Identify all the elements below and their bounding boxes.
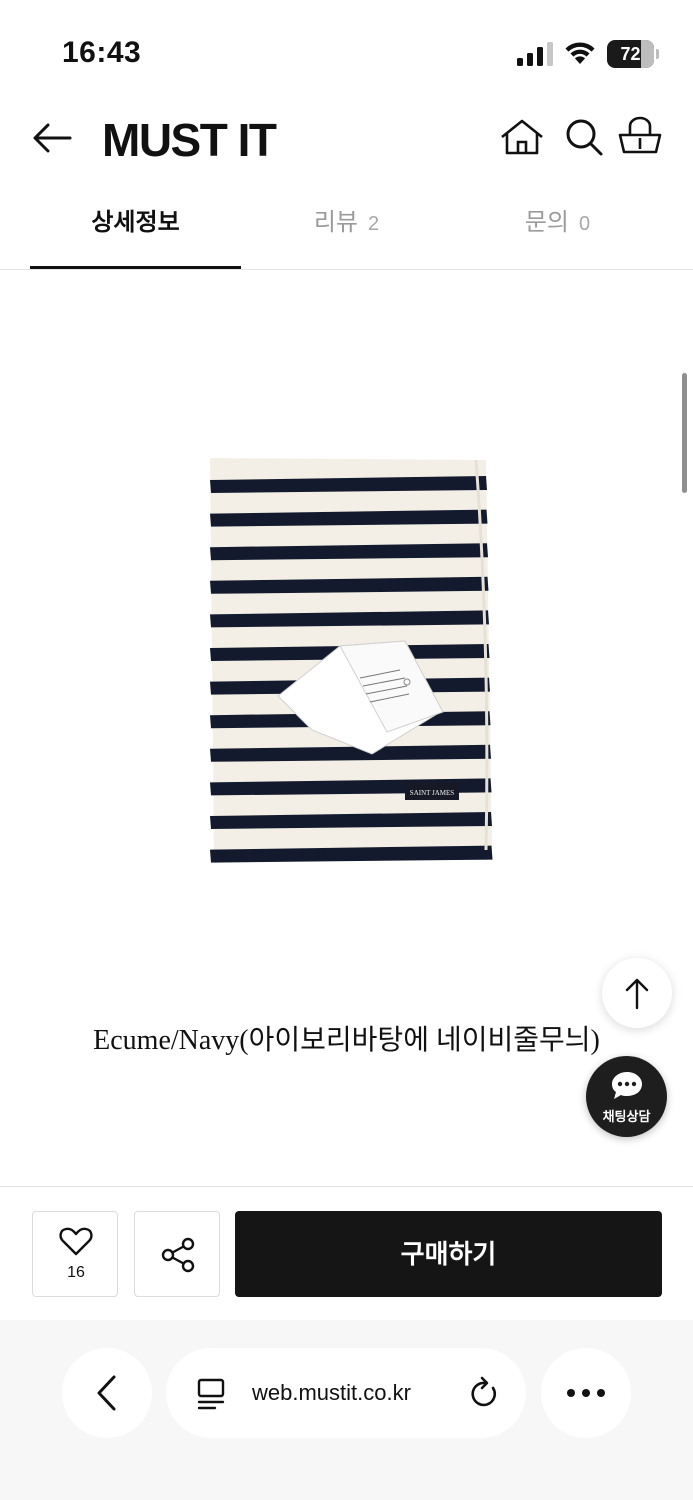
address-bar[interactable]: web.mustit.co.kr — [166, 1348, 526, 1438]
reader-mode-icon[interactable] — [196, 1378, 226, 1410]
svg-text:SAINT JAMES: SAINT JAMES — [410, 789, 455, 797]
back-arrow-icon[interactable] — [30, 118, 74, 158]
scrollbar[interactable] — [682, 373, 687, 493]
status-time: 16:43 — [62, 36, 142, 69]
brand-logo[interactable]: MUST IT — [102, 110, 277, 170]
shopping-bag-icon[interactable] — [616, 114, 664, 162]
heart-icon — [59, 1227, 93, 1256]
home-icon[interactable] — [498, 114, 546, 162]
cellular-signal-icon — [517, 42, 553, 66]
search-icon[interactable] — [560, 114, 608, 162]
more-options-button[interactable] — [541, 1348, 631, 1438]
tab-inquiries-label: 문의 — [524, 209, 570, 236]
battery-level: 72 — [620, 44, 641, 64]
battery-icon: 72 — [607, 40, 654, 68]
chat-bubble-icon — [612, 1072, 642, 1099]
active-tab-indicator — [30, 266, 241, 269]
tab-inquiries-count: 0 — [579, 213, 591, 235]
tab-reviews-count: 2 — [368, 213, 380, 235]
status-bar: 16:43 72 — [0, 0, 693, 100]
arrow-up-icon — [625, 978, 649, 1010]
wifi-icon — [565, 42, 595, 64]
product-image[interactable]: SAINT JAMES — [200, 450, 500, 870]
chat-consult-label: 채팅상담 — [602, 1109, 651, 1124]
like-count: 16 — [67, 1264, 85, 1281]
tab-reviews-label: 리뷰 — [313, 209, 359, 236]
battery-indicator: 72 — [607, 40, 659, 68]
like-button[interactable]: 16 — [32, 1211, 118, 1297]
browser-back-button[interactable] — [62, 1348, 152, 1438]
app-header: MUST IT — [0, 100, 693, 180]
product-color-caption: Ecume/Navy(아이보리바탕에 네이비줄무늬) — [93, 1025, 600, 1056]
purchase-action-bar: 16 구매하기 — [0, 1186, 693, 1320]
reload-icon[interactable] — [468, 1375, 502, 1411]
buy-button[interactable]: 구매하기 — [235, 1211, 662, 1297]
browser-toolbar: web.mustit.co.kr — [0, 1320, 693, 1500]
share-icon — [161, 1237, 195, 1273]
tab-reviews[interactable]: 리뷰 2 — [241, 180, 452, 270]
url-text: web.mustit.co.kr — [252, 1380, 411, 1405]
share-button[interactable] — [134, 1211, 220, 1297]
chat-consult-button[interactable]: 채팅상담 — [586, 1056, 667, 1137]
product-tabs: 상세정보 리뷰 2 문의 0 — [0, 180, 693, 270]
tab-inquiries[interactable]: 문의 0 — [452, 180, 663, 270]
scroll-to-top-button[interactable] — [602, 958, 672, 1028]
tab-details[interactable]: 상세정보 — [30, 180, 241, 270]
more-dots-icon — [567, 1389, 605, 1397]
tab-details-label: 상세정보 — [91, 209, 180, 236]
brand-label: SAINT JAMES — [405, 782, 459, 800]
chevron-left-icon — [97, 1375, 116, 1411]
